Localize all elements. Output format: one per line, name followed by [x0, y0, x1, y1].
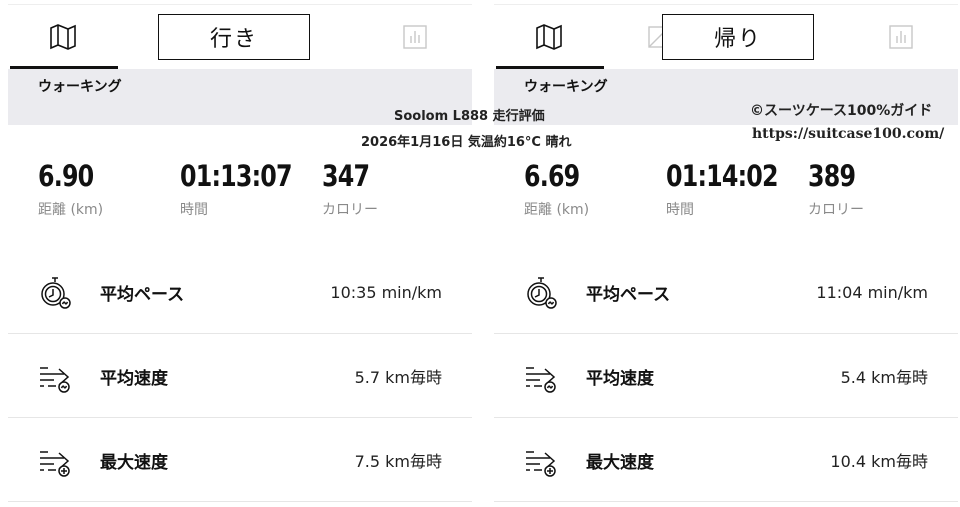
metric-name: 平均速度	[586, 368, 654, 389]
speed-lines-icon	[40, 367, 70, 393]
metric-row-avg-pace: 平均ペース 10:35 min/km	[8, 250, 472, 334]
metric-value: 7.5 km毎時	[354, 452, 442, 471]
metric-value: 10.4 km毎時	[830, 452, 928, 471]
metric-name: 平均ペース	[100, 284, 185, 305]
stat-calories: 347 カロリー	[322, 158, 380, 219]
stat-label: 距離 (km)	[524, 202, 590, 218]
stat-label: 距離 (km)	[38, 202, 104, 218]
speed-lines-icon	[526, 367, 556, 393]
metric-name: 平均速度	[100, 368, 168, 389]
stat-distance: 6.69 距離 (km)	[524, 158, 592, 219]
watermark-date-weather: 2026年1月16日 気温約16°C 晴れ	[361, 135, 572, 150]
watermark-title: Soolom L888 走行評価	[394, 109, 545, 124]
metric-row-avg-speed: 平均速度 5.7 km毎時	[8, 334, 472, 418]
direction-label: 帰り	[662, 14, 814, 60]
metric-value: 5.4 km毎時	[840, 368, 928, 387]
row-divider	[8, 501, 472, 502]
watermark-url: https://suitcase100.com/	[752, 126, 945, 142]
activity-type: ウォーキング	[524, 79, 608, 95]
direction-label: 行き	[158, 14, 310, 60]
row-divider	[494, 501, 958, 502]
stat-value: 6.90	[38, 159, 94, 193]
tab-map[interactable]	[8, 5, 118, 69]
metric-row-avg-pace: 平均ペース 11:04 min/km	[494, 250, 958, 334]
speed-lines-plus-icon	[526, 451, 556, 477]
map-icon	[536, 24, 562, 50]
metric-name: 最大速度	[586, 452, 654, 473]
metric-row-max-speed: 最大速度 10.4 km毎時	[494, 418, 958, 502]
stat-value: 01:13:07	[180, 159, 293, 193]
stat-time: 01:14:02 時間	[666, 158, 802, 219]
right-workout-panel: 帰り ウォーキング 6.69 距離 (km) 01:14:02 時間 389 カ…	[494, 0, 958, 507]
speed-lines-plus-icon	[40, 451, 70, 477]
stat-calories: 389 カロリー	[808, 158, 866, 219]
stopwatch-icon	[527, 277, 557, 309]
metric-name: 平均ペース	[586, 284, 671, 305]
bar-chart-icon	[403, 25, 427, 49]
activity-type: ウォーキング	[38, 79, 122, 95]
stat-label: 時間	[180, 202, 208, 218]
metric-row-max-speed: 最大速度 7.5 km毎時	[8, 418, 472, 502]
tab-map[interactable]	[494, 5, 604, 69]
stat-value: 6.69	[524, 159, 580, 193]
stat-label: カロリー	[808, 202, 864, 218]
stat-label: 時間	[666, 202, 694, 218]
metric-value: 11:04 min/km	[816, 282, 928, 302]
watermark-credit: ©スーツケース100%ガイド	[750, 103, 933, 119]
stat-distance: 6.90 距離 (km)	[38, 158, 106, 219]
stopwatch-icon	[41, 277, 71, 309]
metric-value: 5.7 km毎時	[354, 368, 442, 387]
stat-value: 389	[808, 159, 856, 193]
metric-value: 10:35 min/km	[330, 282, 442, 302]
bar-chart-icon	[889, 25, 913, 49]
tab-chart[interactable]	[846, 5, 956, 69]
stat-label: カロリー	[322, 202, 378, 218]
stat-time: 01:13:07 時間	[180, 158, 316, 219]
metric-row-avg-speed: 平均速度 5.4 km毎時	[494, 334, 958, 418]
tab-chart[interactable]	[360, 5, 470, 69]
stat-value: 347	[322, 159, 370, 193]
left-workout-panel: 行き ウォーキング 6.90 距離 (km) 01:13:07 時間 347 カ…	[8, 0, 472, 507]
map-icon	[50, 24, 76, 50]
metric-name: 最大速度	[100, 452, 168, 473]
stat-value: 01:14:02	[666, 159, 779, 193]
